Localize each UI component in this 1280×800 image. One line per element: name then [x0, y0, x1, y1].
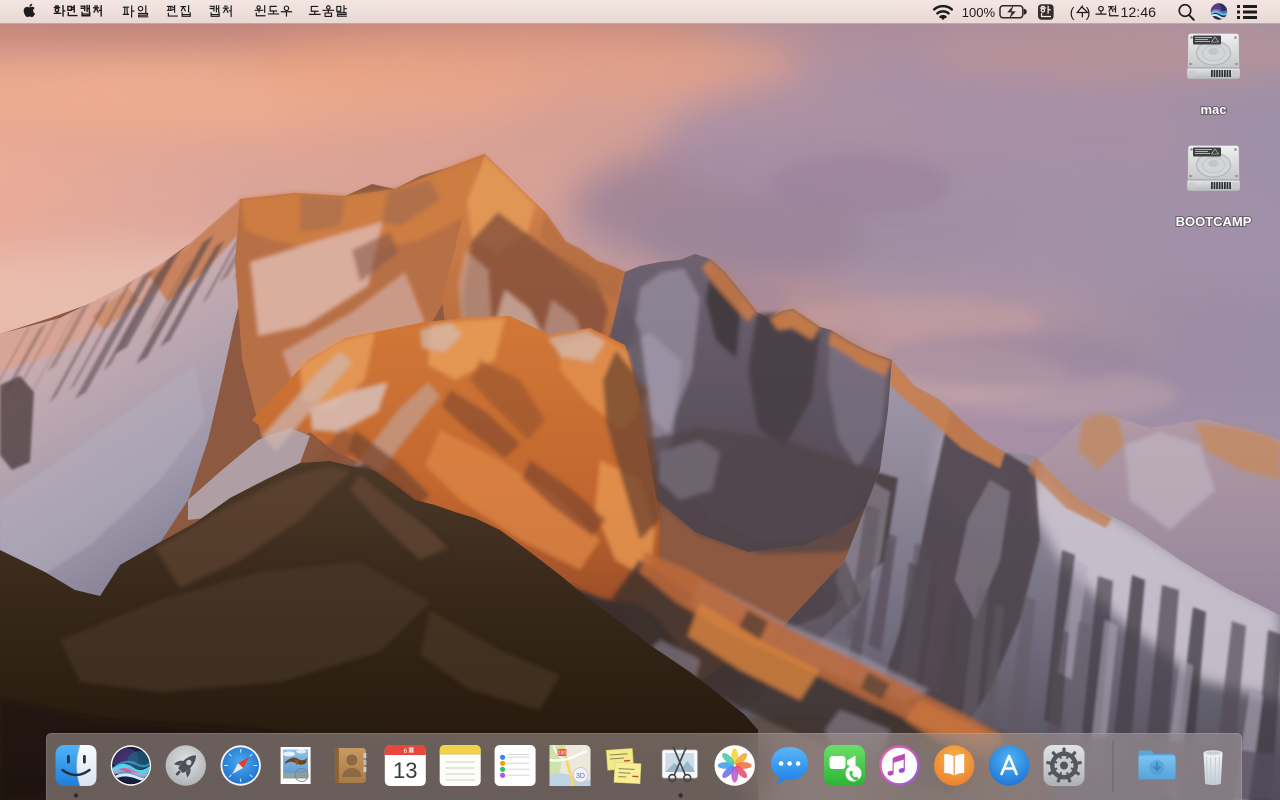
svg-text:100%: 100% [962, 5, 996, 20]
svg-text:13: 13 [393, 758, 417, 783]
svg-text:3D: 3D [576, 773, 585, 780]
svg-text:280: 280 [557, 751, 566, 757]
svg-text:12:46: 12:46 [1121, 5, 1157, 21]
svg-text:6: 6 [403, 748, 407, 755]
svg-text:(: ( [1070, 4, 1075, 20]
svg-text:BOOTCAMP: BOOTCAMP [1176, 214, 1252, 229]
svg-text:mac: mac [1200, 102, 1226, 117]
svg-text:): ) [1086, 4, 1091, 20]
